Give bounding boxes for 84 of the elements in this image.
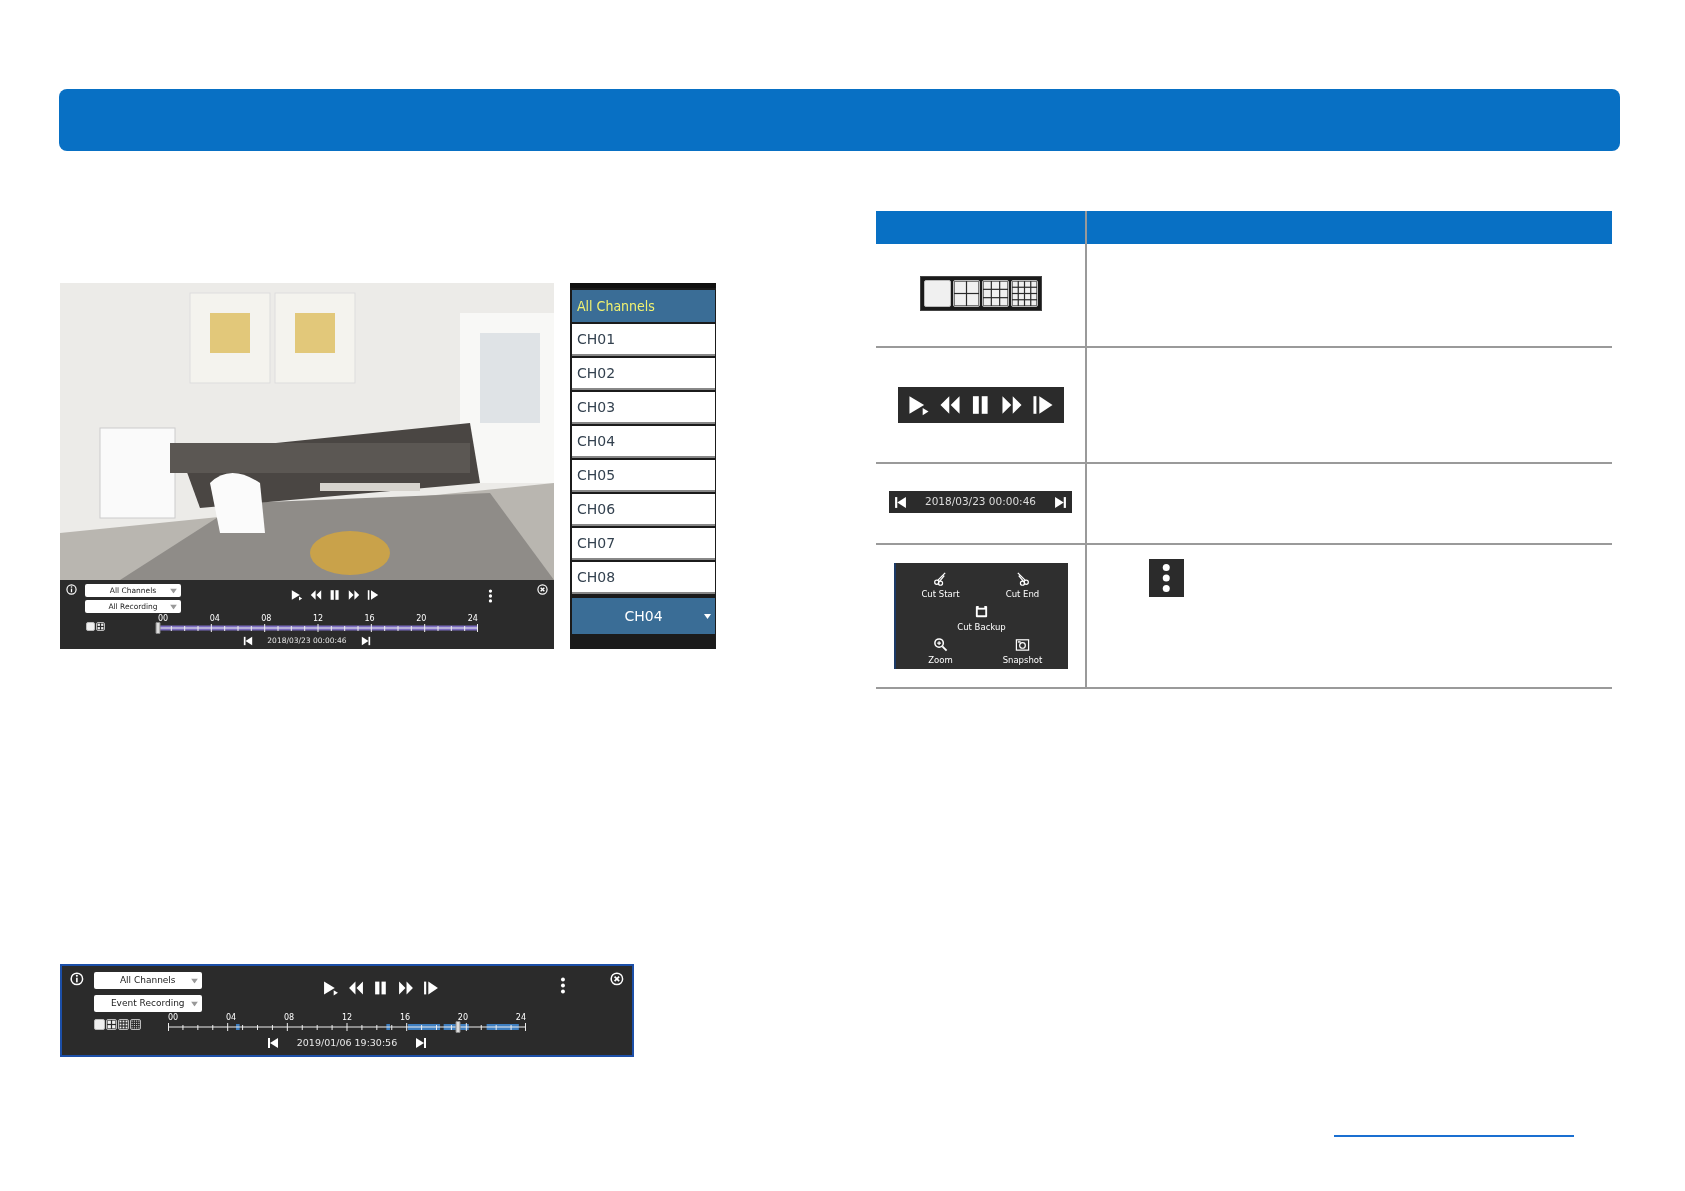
channel-item[interactable]: CH07 [572, 528, 715, 560]
recording-select[interactable]: Event Recording [93, 995, 202, 1013]
timeline-track[interactable] [168, 1022, 526, 1033]
channel-item[interactable]: CH05 [572, 460, 715, 492]
timeline-label: 24 [515, 1014, 526, 1023]
quad-layout-icon[interactable] [952, 280, 980, 307]
timeline-label: 00 [168, 1014, 179, 1023]
timeline-label: 08 [283, 1014, 295, 1023]
close-icon[interactable] [537, 584, 548, 595]
channel-item[interactable]: CH04 [572, 426, 715, 458]
caret-icon [170, 604, 177, 609]
step-forward-icon[interactable] [366, 589, 379, 601]
single-layout-icon[interactable] [923, 280, 951, 307]
skip-back-icon[interactable] [894, 495, 907, 509]
timeline-thumb[interactable] [155, 622, 161, 634]
caret-icon [190, 1001, 198, 1007]
zoom-in-icon [933, 636, 948, 652]
date-time: 2019/01/06 19:30:56 [296, 1036, 398, 1051]
scissors-icon [1015, 571, 1030, 587]
menu-item[interactable]: Cut Start [899, 571, 982, 602]
channel-item[interactable]: CH03 [572, 392, 715, 424]
skip-back-icon[interactable] [266, 1037, 279, 1050]
channel-item[interactable]: CH06 [572, 494, 715, 526]
fast-forward-icon[interactable] [347, 589, 360, 601]
date-time: 2018/03/23 00:00:46 [925, 494, 1036, 510]
single-layout-icon[interactable] [86, 622, 95, 631]
timeline-label: 04 [225, 1014, 237, 1023]
timeline-label: 20 [457, 1014, 469, 1023]
single-layout-icon[interactable] [94, 1019, 105, 1031]
info-icon[interactable] [66, 584, 77, 595]
quad-layout-icon[interactable] [106, 1019, 117, 1031]
channel-item[interactable]: CH01 [572, 324, 715, 356]
channel-dropdown[interactable]: CH04 [572, 598, 715, 634]
timeline-thumb[interactable] [455, 1021, 461, 1034]
camera-icon [1015, 636, 1030, 652]
caret-icon [190, 978, 198, 984]
pause-icon[interactable] [328, 589, 341, 601]
menu-item[interactable]: Snapshot [981, 636, 1064, 667]
timeline-label: 00 [158, 615, 169, 623]
timeline-label: 04 [209, 615, 220, 623]
slow-play-icon[interactable] [290, 589, 303, 601]
skip-back-icon[interactable] [243, 635, 254, 646]
step-forward-icon[interactable] [423, 980, 440, 997]
more-options-icon[interactable] [560, 977, 567, 995]
menu-item[interactable]: Cut Backup [899, 604, 1064, 634]
scissors-icon [933, 571, 948, 587]
sixteen-layout-icon[interactable] [1010, 280, 1038, 307]
timeline-label: 20 [416, 615, 427, 623]
save-icon [974, 604, 989, 620]
channel-item[interactable]: CH02 [572, 358, 715, 390]
slow-play-icon[interactable] [907, 394, 930, 416]
quad-layout-icon[interactable] [96, 622, 105, 631]
slow-play-icon[interactable] [323, 980, 340, 997]
timeline-label: 12 [341, 1014, 353, 1023]
more-options-icon[interactable] [1161, 563, 1172, 593]
more-options-icon[interactable] [488, 589, 493, 603]
skip-forward-icon[interactable] [360, 635, 371, 646]
timeline-label: 12 [312, 615, 324, 623]
menu-item[interactable]: Cut End [981, 571, 1064, 602]
fast-forward-icon[interactable] [1000, 394, 1023, 416]
step-forward-icon[interactable] [1031, 394, 1054, 416]
menu-item[interactable]: Zoom [899, 636, 982, 667]
timeline-label: 16 [364, 615, 375, 623]
rewind-icon[interactable] [938, 394, 961, 416]
skip-forward-icon[interactable] [1054, 495, 1067, 509]
rewind-icon[interactable] [309, 589, 322, 601]
channel-select[interactable]: All Channels [93, 972, 202, 990]
timeline-label: 08 [261, 615, 272, 623]
channel-list-header[interactable]: All Channels [572, 290, 715, 322]
close-icon[interactable] [610, 972, 624, 986]
timeline-label: 16 [399, 1014, 411, 1023]
timeline-track[interactable] [158, 623, 478, 633]
rewind-icon[interactable] [348, 980, 365, 997]
more-options-button[interactable] [1149, 559, 1184, 597]
nine-layout-icon[interactable] [118, 1019, 129, 1031]
caret-icon [704, 613, 711, 619]
info-icon[interactable] [70, 972, 84, 986]
sixteen-layout-icon[interactable] [130, 1019, 141, 1031]
timeline-label: 24 [467, 615, 478, 623]
caret-icon [170, 588, 177, 593]
skip-forward-icon[interactable] [415, 1037, 428, 1050]
fast-forward-icon[interactable] [398, 980, 415, 997]
channel-item[interactable]: CH08 [572, 562, 715, 594]
nine-layout-icon[interactable] [981, 280, 1009, 307]
